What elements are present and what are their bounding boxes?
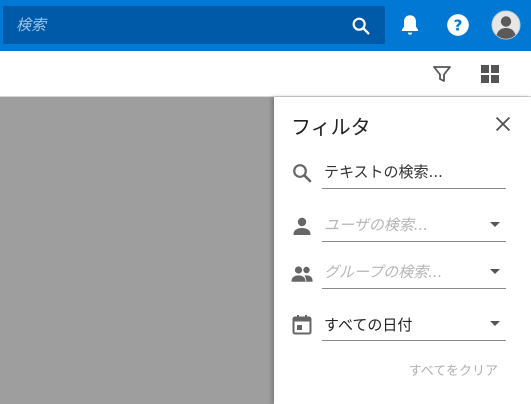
text-search-input[interactable] bbox=[322, 157, 506, 187]
filter-panel: フィルタ すべての日付 すべてをクリ bbox=[274, 97, 531, 404]
bell-icon[interactable] bbox=[397, 12, 423, 38]
avatar-icon[interactable] bbox=[491, 10, 521, 40]
clear-all-link[interactable]: すべてをクリア bbox=[409, 360, 498, 379]
chevron-down-icon[interactable] bbox=[490, 269, 500, 274]
date-select[interactable]: すべての日付 bbox=[322, 309, 506, 341]
person-icon bbox=[293, 217, 311, 235]
toolbar bbox=[0, 51, 531, 97]
search-icon[interactable] bbox=[350, 15, 372, 37]
help-icon[interactable]: ? bbox=[445, 12, 471, 38]
group-search-input[interactable] bbox=[322, 257, 506, 287]
user-search-field bbox=[322, 210, 506, 242]
svg-text:?: ? bbox=[454, 16, 463, 34]
global-search-box bbox=[3, 6, 385, 44]
filter-panel-title: フィルタ bbox=[291, 115, 371, 139]
date-select-value: すべての日付 bbox=[324, 316, 413, 334]
grid-view-icon[interactable] bbox=[478, 62, 502, 86]
search-icon bbox=[293, 164, 312, 183]
group-icon bbox=[291, 266, 313, 282]
top-bar: ? bbox=[0, 0, 531, 51]
user-search-input[interactable] bbox=[322, 210, 506, 240]
chevron-down-icon[interactable] bbox=[490, 321, 500, 326]
chevron-down-icon[interactable] bbox=[490, 222, 500, 227]
global-search-input[interactable] bbox=[3, 6, 343, 44]
text-search-field bbox=[322, 157, 506, 189]
calendar-icon bbox=[292, 315, 312, 335]
filter-icon[interactable] bbox=[430, 62, 454, 86]
group-search-field bbox=[322, 257, 506, 289]
close-icon[interactable] bbox=[492, 113, 514, 135]
overlay-backdrop[interactable] bbox=[0, 98, 274, 404]
